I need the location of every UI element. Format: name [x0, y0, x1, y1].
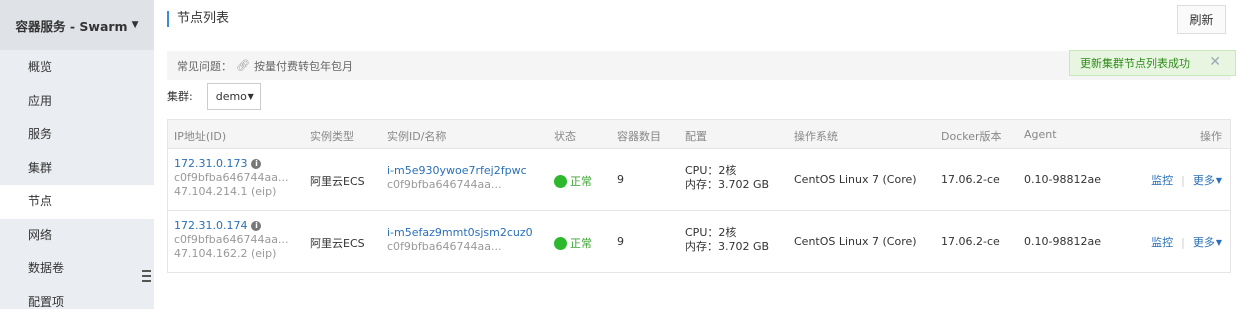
- sidebar-item-nodes[interactable]: 节点: [0, 185, 154, 219]
- instance-id-link[interactable]: i-m5e930ywoe7rfej2fpwc: [387, 164, 527, 178]
- os-value: CentOS Linux 7 (Core): [794, 235, 917, 248]
- toast-message: 更新集群节点列表成功: [1080, 57, 1190, 70]
- cpu-value: CPU：2核: [685, 226, 737, 239]
- ip-cell: 172.31.0.174 i c0f9bfba646744aa... 47.104…: [174, 219, 288, 261]
- faq-link[interactable]: 按量付费转包年包月: [254, 58, 353, 74]
- more-dropdown[interactable]: 更多: [1193, 172, 1215, 188]
- table-row: 172.31.0.174 i c0f9bfba646744aa... 47.104…: [168, 211, 1230, 273]
- docker-version: 17.06.2-ce: [941, 173, 1000, 186]
- config-cell: CPU：2核 内存：3.702 GB: [685, 226, 769, 254]
- sidebar-item-services[interactable]: 服务: [0, 118, 154, 152]
- ip-link[interactable]: 172.31.0.173: [174, 157, 247, 170]
- sidebar-item-configs[interactable]: 配置项: [0, 286, 154, 309]
- instance-cell: i-m5efaz9mmt0sjsm2cuz0 c0f9bfba646744aa.…: [387, 226, 533, 254]
- node-id: c0f9bfba646744aa...: [174, 233, 289, 246]
- status-badge: 正常: [554, 173, 592, 189]
- sidebar: 容器服务 - Swarm ▼ 概览 应用 服务 集群 节点 网络 数据卷 配置项: [0, 0, 154, 309]
- col-docker: Docker版本: [941, 130, 1002, 143]
- sidebar-item-networks[interactable]: 网络: [0, 219, 154, 253]
- chevron-down-icon[interactable]: ▼: [1216, 238, 1222, 247]
- instance-id-link[interactable]: i-m5efaz9mmt0sjsm2cuz0: [387, 226, 533, 240]
- node-eip: 47.104.214.1 (eip): [174, 185, 277, 198]
- col-agent: Agent: [1024, 128, 1057, 141]
- col-status: 状态: [554, 130, 576, 143]
- sidebar-item-clusters[interactable]: 集群: [0, 152, 154, 186]
- status-text: 正常: [570, 237, 592, 250]
- col-actions: 操作: [1200, 130, 1222, 143]
- ip-link[interactable]: 172.31.0.174: [174, 219, 247, 232]
- col-type: 实例类型: [310, 130, 354, 143]
- instance-name: c0f9bfba646744aa...: [387, 178, 502, 191]
- cluster-select[interactable]: demo ▼: [206, 82, 261, 110]
- success-toast: 更新集群节点列表成功 ✕: [1069, 50, 1236, 76]
- status-badge: 正常: [554, 235, 592, 251]
- agent-version: 0.10-98812ae: [1024, 173, 1101, 186]
- cluster-select-value: demo: [215, 89, 247, 103]
- more-dropdown[interactable]: 更多: [1193, 234, 1215, 250]
- page-title: 节点列表: [167, 11, 229, 27]
- memory-value: 内存：3.702 GB: [685, 178, 770, 191]
- chevron-down-icon: ▼: [247, 91, 254, 101]
- container-count: 9: [617, 235, 624, 248]
- sidebar-item-applications[interactable]: 应用: [0, 85, 154, 119]
- sidebar-item-volumes[interactable]: 数据卷: [0, 252, 154, 286]
- cluster-label: 集群:: [167, 90, 193, 103]
- status-ok-icon: [554, 236, 567, 250]
- memory-value: 内存：3.702 GB: [685, 240, 770, 253]
- os-value: CentOS Linux 7 (Core): [794, 173, 917, 186]
- sidebar-item-overview[interactable]: 概览: [0, 51, 154, 85]
- col-os: 操作系统: [794, 130, 838, 143]
- table-row: 172.31.0.173 i c0f9bfba646744aa... 47.104…: [168, 149, 1230, 211]
- action-divider: |: [1181, 235, 1185, 249]
- refresh-button[interactable]: 刷新: [1177, 5, 1226, 34]
- node-id: c0f9bfba646744aa...: [174, 171, 289, 184]
- container-count: 9: [617, 173, 624, 186]
- row-actions: 监控 | 更多 ▼: [1151, 234, 1222, 250]
- status-ok-icon: [554, 174, 567, 188]
- col-containers: 容器数目: [617, 130, 661, 143]
- instance-type: 阿里云ECS: [310, 237, 365, 250]
- sidebar-header[interactable]: 容器服务 - Swarm ▼: [0, 0, 154, 50]
- cluster-filter: 集群: demo ▼: [167, 82, 261, 110]
- chevron-down-icon: ▼: [131, 20, 139, 30]
- instance-cell: i-m5e930ywoe7rfej2fpwc c0f9bfba646744aa.…: [387, 164, 527, 192]
- instance-type: 阿里云ECS: [310, 175, 365, 188]
- docker-version: 17.06.2-ce: [941, 235, 1000, 248]
- agent-version: 0.10-98812ae: [1024, 235, 1101, 248]
- sidebar-collapse-icon[interactable]: [142, 267, 154, 285]
- link-icon: 🔗︎: [236, 59, 250, 72]
- monitor-link[interactable]: 监控: [1151, 172, 1173, 188]
- close-icon[interactable]: ✕: [1209, 54, 1221, 70]
- row-actions: 监控 | 更多 ▼: [1151, 172, 1222, 188]
- action-divider: |: [1181, 173, 1185, 187]
- col-ip: IP地址(ID): [174, 130, 227, 143]
- info-icon[interactable]: i: [251, 159, 262, 169]
- config-cell: CPU：2核 内存：3.702 GB: [685, 164, 769, 192]
- col-instance: 实例ID/名称: [387, 130, 447, 143]
- faq-label: 常见问题：: [177, 59, 232, 73]
- table-header: IP地址(ID) 实例类型 实例ID/名称 状态 容器数目 配置 操作系统 Do…: [168, 120, 1230, 149]
- cpu-value: CPU：2核: [685, 164, 737, 177]
- status-text: 正常: [570, 175, 592, 188]
- col-config: 配置: [685, 130, 707, 143]
- product-title: 容器服务 - Swarm: [15, 18, 128, 34]
- chevron-down-icon[interactable]: ▼: [1216, 176, 1222, 185]
- info-icon[interactable]: i: [251, 221, 262, 231]
- sidebar-menu: 概览 应用 服务 集群 节点 网络 数据卷 配置项: [0, 51, 154, 309]
- monitor-link[interactable]: 监控: [1151, 234, 1173, 250]
- node-eip: 47.104.162.2 (eip): [174, 247, 277, 260]
- instance-name: c0f9bfba646744aa...: [387, 240, 502, 253]
- ip-cell: 172.31.0.173 i c0f9bfba646744aa... 47.104…: [174, 157, 288, 199]
- nodes-table: IP地址(ID) 实例类型 实例ID/名称 状态 容器数目 配置 操作系统 Do…: [167, 119, 1231, 273]
